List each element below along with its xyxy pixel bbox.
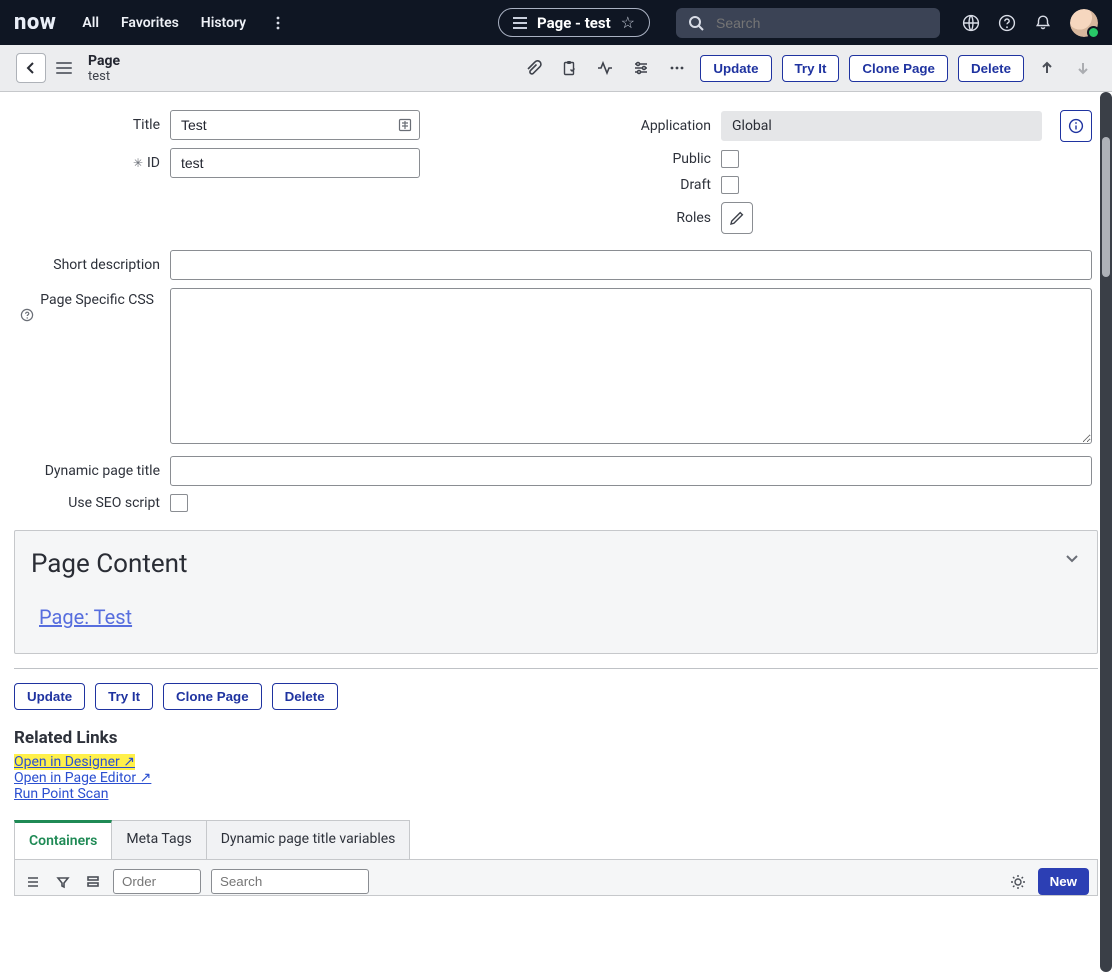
- tab-containers[interactable]: Containers: [14, 820, 112, 859]
- tryit-button[interactable]: Try It: [782, 55, 840, 82]
- brand-logo[interactable]: now: [14, 10, 56, 35]
- main-nav: All Favorites History: [82, 13, 288, 33]
- global-search[interactable]: [676, 8, 940, 38]
- seo-label: Use SEO script: [20, 495, 160, 511]
- delete-button[interactable]: Delete: [958, 55, 1024, 82]
- title-label: Title: [20, 117, 160, 133]
- clone-button-2[interactable]: Clone Page: [163, 683, 262, 710]
- page-css-label: Page Specific CSS: [40, 292, 154, 308]
- page-css-field[interactable]: [170, 288, 1092, 444]
- application-label: Application: [571, 118, 711, 134]
- activity-icon[interactable]: [592, 55, 618, 81]
- tab-meta-tags[interactable]: Meta Tags: [112, 820, 206, 859]
- roles-edit-icon[interactable]: [721, 202, 753, 234]
- title-field[interactable]: [170, 110, 420, 140]
- attachment-icon[interactable]: [520, 55, 546, 81]
- open-in-designer-link[interactable]: Open in Designer ↗: [14, 754, 135, 770]
- id-field[interactable]: [170, 148, 420, 178]
- search-icon: [688, 15, 704, 31]
- topbar: now All Favorites History Page - test ☆: [0, 0, 1112, 45]
- seo-checkbox[interactable]: [170, 494, 188, 512]
- update-button[interactable]: Update: [700, 55, 771, 82]
- page-content-section: Page Content Page: Test: [14, 530, 1098, 654]
- nav-history[interactable]: History: [201, 15, 246, 31]
- action-row: Update Try It Clone Page Delete: [14, 683, 1098, 710]
- draft-checkbox[interactable]: [721, 176, 739, 194]
- title-suggest-icon[interactable]: [398, 118, 412, 132]
- down-arrow-icon: [1070, 55, 1096, 81]
- scrollbar-thumb[interactable]: [1102, 137, 1110, 277]
- user-avatar[interactable]: [1070, 9, 1098, 37]
- back-button[interactable]: [16, 53, 46, 83]
- list-settings-icon[interactable]: [1008, 872, 1028, 892]
- short-desc-field[interactable]: [170, 250, 1092, 280]
- roles-label: Roles: [571, 210, 711, 226]
- page-css-help-icon[interactable]: [20, 308, 160, 322]
- public-label: Public: [571, 151, 711, 167]
- up-arrow-icon[interactable]: [1034, 55, 1060, 81]
- list-group-icon[interactable]: [83, 872, 103, 892]
- help-icon[interactable]: [998, 14, 1016, 32]
- short-desc-label: Short description: [20, 257, 160, 273]
- globe-icon[interactable]: [962, 14, 980, 32]
- public-checkbox[interactable]: [721, 150, 739, 168]
- tab-dyn-variables[interactable]: Dynamic page title variables: [207, 820, 411, 859]
- section-divider: [14, 668, 1098, 669]
- scrollbar[interactable]: [1100, 92, 1112, 972]
- list-icon: [513, 17, 527, 29]
- clipboard-icon[interactable]: [556, 55, 582, 81]
- pc-collapse-icon[interactable]: [1063, 549, 1081, 567]
- record-type: Page: [88, 53, 120, 69]
- star-icon[interactable]: ☆: [621, 13, 635, 32]
- record-title: Page test: [88, 53, 120, 84]
- order-input[interactable]: [113, 869, 201, 894]
- record-name: test: [88, 69, 120, 84]
- id-label: ID: [20, 155, 160, 171]
- content-area: Title ID: [0, 92, 1112, 972]
- delete-button-2[interactable]: Delete: [272, 683, 338, 710]
- dyn-title-label: Dynamic page title: [20, 463, 160, 479]
- related-links-heading: Related Links: [14, 728, 1098, 748]
- record-header: Page test Update Try It Clone Page Delet…: [0, 45, 1112, 92]
- list-menu-icon[interactable]: [23, 872, 43, 892]
- bell-icon[interactable]: [1034, 14, 1052, 32]
- run-point-scan-link[interactable]: Run Point Scan: [14, 786, 108, 802]
- page-content-heading: Page Content: [31, 549, 1081, 579]
- context-title: Page - test: [537, 14, 611, 32]
- open-in-editor-link[interactable]: Open in Page Editor ↗: [14, 770, 151, 786]
- clone-button[interactable]: Clone Page: [849, 55, 948, 82]
- related-list-tabs: Containers Meta Tags Dynamic page title …: [14, 820, 1098, 860]
- draft-label: Draft: [571, 177, 711, 193]
- page-link[interactable]: Page: Test: [39, 605, 132, 629]
- list-toolbar: New: [14, 860, 1098, 896]
- context-pill[interactable]: Page - test ☆: [498, 8, 650, 37]
- form-menu-icon[interactable]: [56, 62, 72, 74]
- nav-overflow-icon[interactable]: [268, 13, 288, 33]
- more-icon[interactable]: [664, 55, 690, 81]
- list-filter-icon[interactable]: [53, 872, 73, 892]
- application-value: Global: [721, 111, 1042, 141]
- new-button[interactable]: New: [1038, 868, 1089, 895]
- application-info-icon[interactable]: [1060, 110, 1092, 142]
- dyn-title-field[interactable]: [170, 456, 1092, 486]
- update-button-2[interactable]: Update: [14, 683, 85, 710]
- tryit-button-2[interactable]: Try It: [95, 683, 153, 710]
- related-links: Related Links Open in Designer ↗ Open in…: [14, 728, 1098, 802]
- nav-all[interactable]: All: [82, 15, 99, 31]
- search-input[interactable]: [714, 14, 888, 32]
- sliders-icon[interactable]: [628, 55, 654, 81]
- topbar-icons: [962, 9, 1098, 37]
- nav-favorites[interactable]: Favorites: [121, 15, 179, 31]
- content-scroll[interactable]: Title ID: [14, 92, 1098, 972]
- record-form: Title ID: [14, 92, 1098, 512]
- list-search-input[interactable]: [211, 869, 369, 894]
